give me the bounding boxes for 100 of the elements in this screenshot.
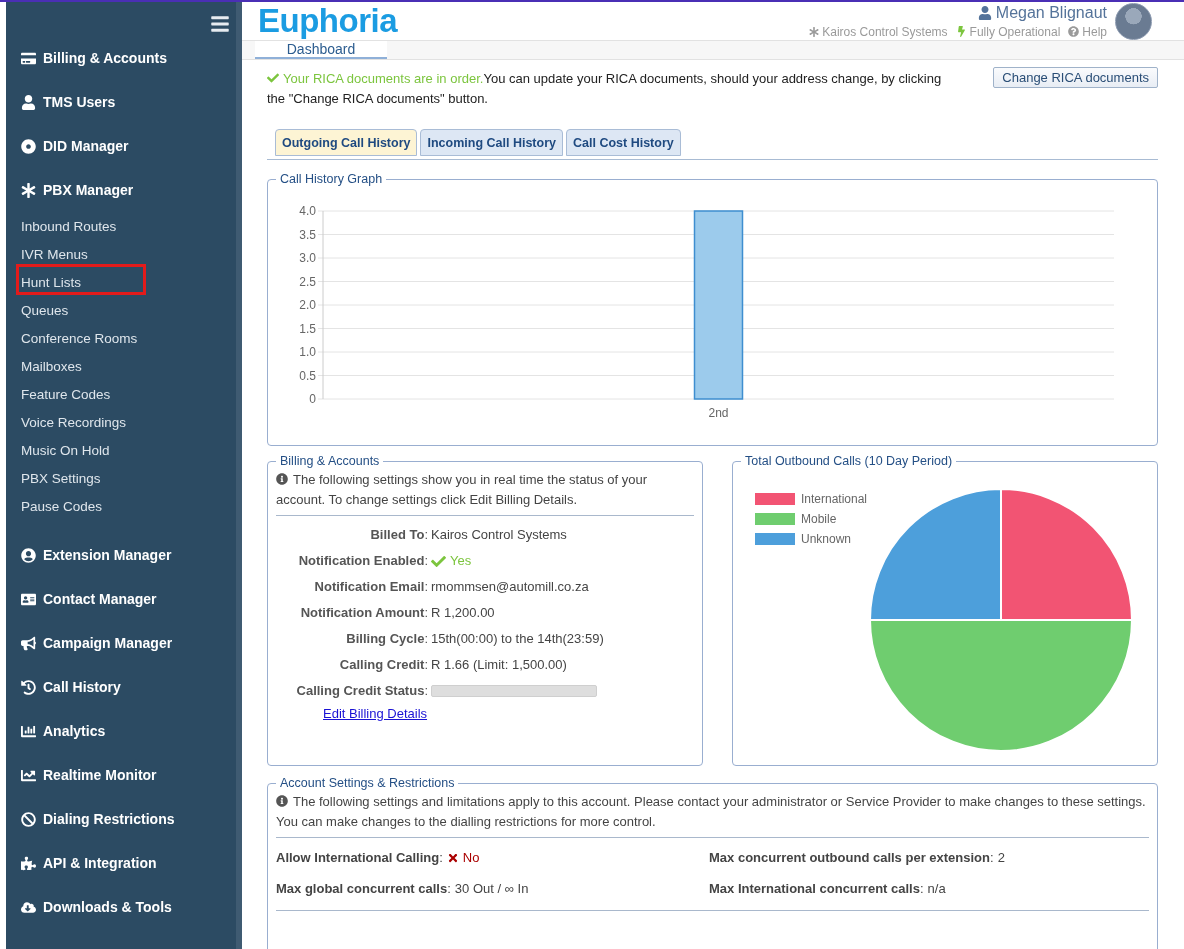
field-value: rmommsen@automill.co.za — [431, 578, 589, 596]
field-value: Kairos Control Systems — [431, 526, 567, 544]
sidebar-item[interactable]: Music On Hold — [21, 442, 110, 458]
field-value: Yes — [450, 552, 472, 570]
info-icon — [276, 795, 288, 807]
sidebar-item[interactable]: Analytics — [43, 723, 106, 739]
axis-label: 3.5 — [299, 227, 316, 242]
cloud-download-icon — [21, 899, 36, 915]
history-tab[interactable]: Call Cost History — [566, 129, 681, 156]
panel-title: Call History Graph — [279, 172, 384, 186]
history-tab[interactable]: Outgoing Call History — [275, 129, 418, 156]
field-value: 30 Out / ∞ In — [454, 880, 529, 898]
axis-label: 4.0 — [299, 204, 316, 218]
id-card-icon — [21, 591, 36, 607]
legend-swatch — [755, 533, 795, 545]
user-name[interactable]: Megan Blignaut — [977, 3, 1107, 22]
legend-label: Unknown — [801, 532, 852, 546]
check-icon — [267, 72, 279, 84]
user-icon — [21, 94, 36, 110]
legend-label: Mobile — [801, 512, 837, 526]
bar-chart-icon — [21, 723, 36, 739]
field-value: 2 — [997, 849, 1005, 867]
sidebar-item[interactable]: Realtime Monitor — [43, 767, 157, 783]
sidebar-item[interactable]: Voice Recordings — [21, 414, 127, 430]
asterisk-icon — [21, 182, 36, 198]
field-value: 15th(00:00) to the 14th(23:59) — [431, 630, 604, 648]
panel-title: Billing & Accounts — [279, 454, 381, 468]
field-label: Notification Email: — [313, 578, 428, 596]
sidebar-item[interactable]: Contact Manager — [43, 591, 157, 607]
sidebar-item[interactable]: Pause Codes — [21, 498, 103, 514]
axis-label: 0 — [309, 392, 316, 406]
axis-label: 1.5 — [299, 321, 316, 336]
puzzle-icon — [21, 855, 36, 871]
field-value: n/a — [927, 880, 946, 898]
bolt-icon — [955, 26, 967, 37]
asterisk-icon — [809, 26, 820, 37]
info-text: The following settings and limitations apply to this account. Please contact your administrator or Service Provider to make changes to these settings. You can make changes to the dialling restrictions for more control. — [276, 792, 1149, 838]
megaphone-icon — [21, 635, 36, 651]
sidebar-item[interactable]: IVR Menus — [21, 246, 88, 262]
history-icon — [21, 679, 36, 695]
line-chart-icon — [21, 767, 36, 783]
panel-title: Account Settings & Restrictions — [279, 776, 456, 790]
sidebar-item[interactable]: Mailboxes — [21, 358, 82, 374]
check-icon — [431, 553, 446, 569]
field-label: Allow International Calling: — [276, 849, 443, 867]
field-label: Max concurrent outbound calls per extension: — [709, 849, 994, 867]
info-text: The following settings show you in real time the status of your account. To change settings click Edit Billing Details. — [276, 470, 694, 516]
sidebar-item[interactable]: Extension Manager — [43, 547, 172, 563]
sidebar-item[interactable]: Downloads & Tools — [43, 899, 172, 915]
field-value: R 1,200.00 — [431, 604, 495, 622]
system-status: Fully Operational — [955, 24, 1061, 39]
sidebar-item[interactable]: Hunt Lists — [21, 274, 82, 290]
help-icon — [1068, 26, 1080, 37]
sidebar-item[interactable]: Inbound Routes — [21, 218, 117, 234]
field-label: Notification Amount: — [299, 604, 428, 622]
sidebar-item[interactable]: API & Integration — [43, 855, 157, 871]
history-tab[interactable]: Incoming Call History — [420, 129, 563, 156]
sidebar-item[interactable]: PBX Settings — [21, 470, 101, 486]
avatar[interactable] — [1115, 2, 1152, 40]
sidebar-item[interactable]: Conference Rooms — [21, 330, 138, 346]
sidebar-item[interactable]: Queues — [21, 302, 69, 318]
field-label: Max global concurrent calls: — [276, 880, 451, 898]
credit-card-icon — [21, 50, 36, 66]
axis-label: 2.0 — [299, 298, 316, 312]
sidebar-item[interactable]: DID Manager — [43, 138, 129, 154]
field-label: Calling Credit: — [338, 656, 428, 674]
legend-label: International — [800, 492, 867, 506]
field-value: No — [462, 849, 480, 867]
cross-icon — [446, 851, 459, 864]
field-label: Max International concurrent calls: — [709, 880, 924, 898]
field-label: Billing Cycle: — [345, 630, 428, 648]
field-label: Notification Enabled: — [297, 552, 428, 570]
target-icon — [21, 138, 36, 154]
edit-billing-link[interactable]: Edit Billing Details — [323, 706, 694, 721]
axis-label: 3.0 — [299, 251, 316, 265]
legend-swatch — [755, 513, 795, 525]
page-tab[interactable]: Dashboard — [255, 41, 387, 59]
sidebar-item[interactable]: Billing & Accounts — [43, 50, 167, 66]
sidebar-item[interactable]: Call History — [43, 679, 121, 695]
company-name: Kairos Control Systems — [809, 24, 948, 39]
axis-label: 2.5 — [299, 274, 316, 289]
sidebar-item[interactable]: Dialing Restrictions — [43, 811, 175, 827]
axis-label: 0.5 — [299, 368, 316, 383]
panel-title: Total Outbound Calls (10 Day Period) — [744, 454, 954, 468]
sidebar-item[interactable]: Feature Codes — [21, 386, 111, 402]
sidebar-item[interactable]: Campaign Manager — [43, 635, 173, 651]
field-label: Calling Credit Status: — [295, 682, 428, 700]
legend-swatch — [755, 493, 795, 505]
sidebar-item[interactable]: PBX Manager — [43, 182, 134, 198]
info-icon — [276, 473, 288, 485]
axis-label: 2nd — [708, 406, 729, 420]
logo: Euphoria — [258, 2, 397, 40]
sidebar-item[interactable]: TMS Users — [43, 94, 116, 110]
change-rica-button[interactable]: Change RICA documents — [993, 67, 1158, 88]
rica-notice: Your RICA documents are in order.You can update your RICA documents, should your address change, by clicking the "Change RICA documents" button. — [267, 70, 943, 108]
user-icon — [977, 5, 992, 20]
axis-label: 1.0 — [299, 345, 316, 359]
field-value: R 1.66 (Limit: 1,500.00) — [431, 656, 567, 674]
field-label: Billed To: — [369, 526, 428, 544]
ban-icon — [21, 811, 36, 827]
